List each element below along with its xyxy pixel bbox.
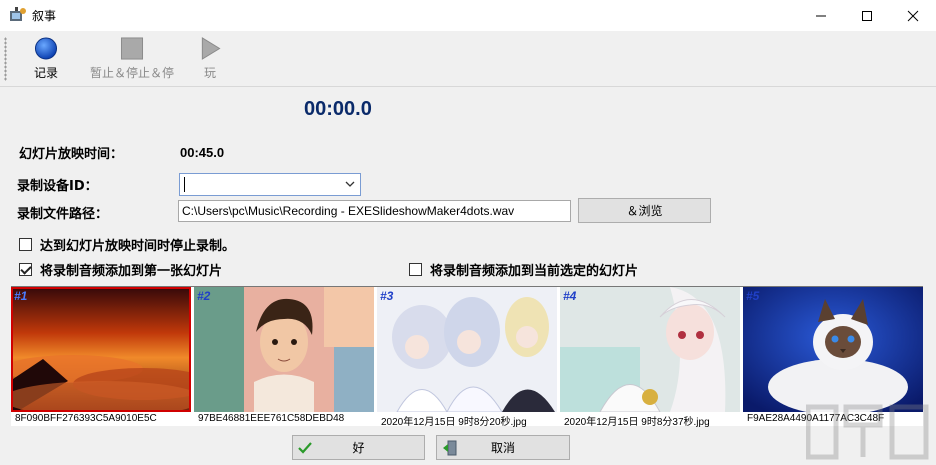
pause-stop-label: 暂止＆停止＆停 [90, 66, 175, 80]
thumbnail-slide-3[interactable]: #3 2020年12月15日 9时8分20秒.jpg [377, 287, 557, 428]
timer-display: 00:00.0 [304, 98, 372, 120]
thumbnail-image [560, 287, 740, 412]
window-title: 叙事 [32, 9, 57, 23]
stop-on-time-checkbox[interactable] [19, 238, 32, 251]
thumbnail-caption: 8F090BFF276393C5A9010E5C [15, 413, 157, 424]
minimize-button[interactable] [798, 0, 844, 31]
add-to-selected-label: 将录制音频添加到当前选定的幻灯片 [430, 264, 639, 279]
thumbnail-image [743, 287, 923, 412]
watermark-logo [806, 404, 929, 460]
add-to-selected-checkbox[interactable] [409, 263, 422, 276]
thumbnail-number: #2 [197, 289, 211, 303]
add-to-first-checkbox[interactable] [19, 263, 32, 276]
thumbnail-number: #5 [746, 289, 760, 303]
text-caret [184, 177, 185, 192]
play-icon [201, 37, 221, 60]
chevron-down-icon [345, 181, 355, 187]
ok-label: 好 [352, 441, 365, 455]
path-label: 录制文件路径： [17, 207, 109, 222]
file-path-input[interactable]: C:\Users\pc\Music\Recording - EXESlidesh… [178, 200, 571, 222]
title-bar: 叙事 [0, 0, 936, 31]
add-to-first-label: 将录制音频添加到第一张幻灯片 [40, 264, 223, 279]
thumbnail-number: #4 [563, 289, 577, 303]
thumbnail-image [377, 287, 557, 412]
thumbnail-number: #1 [14, 289, 28, 303]
anime-portrait-image [194, 287, 374, 412]
device-select[interactable] [179, 173, 361, 196]
thumbnail-slide-4[interactable]: #4 2020年12月15日 9时8分37秒.jpg [560, 287, 740, 428]
app-icon [10, 7, 26, 21]
cat-image [743, 287, 923, 412]
thumbnail-image [11, 287, 191, 412]
ok-button[interactable]: 好 [292, 435, 425, 460]
maximize-icon [862, 10, 872, 21]
thumbnail-number: #3 [380, 289, 394, 303]
record-icon [34, 37, 58, 60]
browse-button[interactable]: ＆浏览 [578, 198, 711, 223]
stop-icon [120, 37, 144, 60]
ok-icon [298, 442, 312, 454]
close-icon [907, 10, 919, 21]
close-button[interactable] [890, 0, 936, 31]
slide-time-label: 幻灯片放映时间： [19, 147, 124, 162]
minimize-icon [816, 15, 826, 16]
thumbnail-slide-2[interactable]: #2 97BE46881EEE761C58DEBD48 [194, 287, 374, 427]
maximize-button[interactable] [844, 0, 890, 31]
add-to-selected-option[interactable]: 将录制音频添加到当前选定的幻灯片 [409, 260, 638, 279]
play-button[interactable]: 玩 [198, 35, 222, 81]
play-label: 玩 [203, 66, 216, 80]
thumbnail-strip[interactable]: #1 8F090BFF276393C5A9010E5C #2 97BE46881… [11, 286, 923, 428]
pause-stop-button[interactable]: 暂止＆停止＆停 [90, 35, 174, 81]
thumbnail-caption: 97BE46881EEE761C58DEBD48 [198, 413, 345, 424]
toolbar: 记录 暂止＆停止＆停 玩 [0, 31, 936, 87]
anime-girl-image [560, 287, 740, 412]
cancel-button[interactable]: 取消 [436, 435, 570, 460]
device-label: 录制设备ID： [17, 179, 98, 194]
thumbnail-caption: 2020年12月15日 9时8分20秒.jpg [381, 417, 527, 428]
thumbnail-caption: 2020年12月15日 9时8分37秒.jpg [564, 417, 710, 428]
sunset-clouds-image [13, 289, 189, 410]
record-button[interactable]: 记录 [34, 35, 58, 81]
anime-girls-image [377, 287, 557, 412]
thumbnail-slide-1[interactable]: #1 8F090BFF276393C5A9010E5C [11, 287, 191, 427]
stop-on-time-option[interactable]: 达到幻灯片放映时间时停止录制。 [19, 235, 235, 254]
cancel-label: 取消 [490, 441, 515, 455]
exit-door-icon [443, 440, 457, 456]
slide-time-value: 00:45.0 [180, 145, 225, 160]
add-to-first-option[interactable]: 将录制音频添加到第一张幻灯片 [19, 260, 222, 279]
toolbar-grip[interactable] [4, 37, 7, 81]
stop-on-time-label: 达到幻灯片放映时间时停止录制。 [40, 239, 236, 254]
record-label: 记录 [34, 66, 59, 80]
thumbnail-image [194, 287, 374, 412]
